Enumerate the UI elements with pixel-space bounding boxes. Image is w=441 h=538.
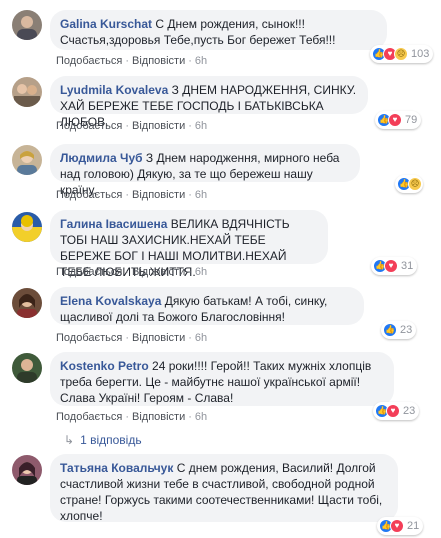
reply-link[interactable]: Відповісти	[132, 189, 185, 201]
comment-author[interactable]: Lyudmila Kovaleva	[60, 83, 168, 97]
reaction-count: 23	[403, 405, 416, 417]
reactions-summary[interactable]: 👍 ♥ 23	[373, 402, 420, 420]
reactions-summary[interactable]: 👍 23	[381, 321, 417, 339]
like-link[interactable]: Подобається	[56, 266, 122, 278]
comment-author[interactable]: Elena Kovalskaya	[60, 294, 161, 308]
avatar[interactable]	[12, 288, 42, 318]
comment-bubble: Татьяна Ковальчук С днем рождения, Васил…	[50, 454, 398, 523]
comment-actions: Подобається · Відповісти · 6h	[56, 55, 208, 67]
comment-bubble: Galina Kurschat С Днем рождения, сынок!!…	[50, 10, 387, 50]
avatar[interactable]	[12, 212, 42, 242]
like-reaction-icon: 👍	[383, 323, 397, 337]
love-reaction-icon: ♥	[384, 259, 398, 273]
comment-bubble: Галина Івасишена ВЕЛИКА ВДЯЧНІСТЬ ТОБІ Н…	[50, 210, 328, 279]
like-link[interactable]: Подобається	[56, 332, 122, 344]
comment-bubble: Lyudmila Kovaleva З ДНЕМ НАРОДЖЕННЯ, СИН…	[50, 76, 368, 129]
comment-bubble: Людмила Чуб З Днем народження, мирного н…	[50, 144, 360, 197]
reactions-summary[interactable]: 👍 ♥ 21	[377, 517, 424, 535]
avatar[interactable]	[12, 353, 42, 383]
reaction-count: 31	[401, 260, 414, 272]
reactions-summary[interactable]: 👍 ♥ 31	[371, 257, 418, 275]
comment-author[interactable]: Galina Kurschat	[60, 17, 152, 31]
comment-actions: Подобається · Відповісти · 6h	[56, 266, 208, 278]
love-reaction-icon: ♥	[390, 519, 404, 533]
love-reaction-icon: ♥	[386, 404, 400, 418]
comment-author[interactable]: Людмила Чуб	[60, 151, 143, 165]
view-replies-link[interactable]: ↳ 1 відповідь	[64, 433, 142, 447]
reply-link[interactable]: Відповісти	[132, 411, 185, 423]
reaction-count: 79	[405, 114, 418, 126]
avatar[interactable]	[12, 10, 42, 40]
like-link[interactable]: Подобається	[56, 189, 122, 201]
comment-timestamp[interactable]: 6h	[195, 120, 207, 132]
sad-reaction-icon: ☹	[408, 177, 422, 191]
comment-timestamp[interactable]: 6h	[195, 189, 207, 201]
reply-link[interactable]: Відповісти	[132, 120, 185, 132]
avatar[interactable]	[12, 77, 42, 107]
comment-actions: Подобається · Відповісти · 6h	[56, 189, 208, 201]
sad-reaction-icon: ☹	[394, 47, 408, 61]
avatar[interactable]	[12, 455, 42, 485]
comment-timestamp[interactable]: 6h	[195, 411, 207, 423]
reaction-count: 23	[400, 324, 413, 336]
reply-link[interactable]: Відповісти	[132, 266, 185, 278]
comment-actions: Подобається · Відповісти · 6h	[56, 332, 208, 344]
reply-link[interactable]: Відповісти	[132, 55, 185, 67]
comment-author[interactable]: Kostenko Petro	[60, 359, 149, 373]
reaction-count: 103	[411, 48, 430, 60]
comment-actions: Подобається · Відповісти · 6h	[56, 120, 208, 132]
replies-count: 1 відповідь	[80, 433, 142, 447]
reactions-summary[interactable]: 👍 ☹	[395, 175, 423, 193]
comment-timestamp[interactable]: 6h	[195, 332, 207, 344]
comment-bubble: Kostenko Petro 24 роки!!!! Герой!! Таких…	[50, 352, 394, 406]
comment-actions: Подобається · Відповісти · 6h	[56, 411, 208, 423]
reply-arrow-icon: ↳	[64, 433, 75, 447]
avatar[interactable]	[12, 145, 42, 175]
reaction-count: 21	[407, 520, 420, 532]
comment-timestamp[interactable]: 6h	[195, 55, 207, 67]
like-link[interactable]: Подобається	[56, 411, 122, 423]
comment-bubble: Elena Kovalskaya Дякую батькам! А тобі, …	[50, 287, 364, 325]
like-link[interactable]: Подобається	[56, 55, 122, 67]
reply-link[interactable]: Відповісти	[132, 332, 185, 344]
reactions-summary[interactable]: 👍 ♥ 79	[375, 111, 422, 129]
comment-author[interactable]: Галина Івасишена	[60, 217, 167, 231]
like-link[interactable]: Подобається	[56, 120, 122, 132]
comment-timestamp[interactable]: 6h	[195, 266, 207, 278]
love-reaction-icon: ♥	[388, 113, 402, 127]
comment-author[interactable]: Татьяна Ковальчук	[60, 461, 173, 475]
reactions-summary[interactable]: 👍 ♥ ☹ 103	[370, 45, 434, 63]
